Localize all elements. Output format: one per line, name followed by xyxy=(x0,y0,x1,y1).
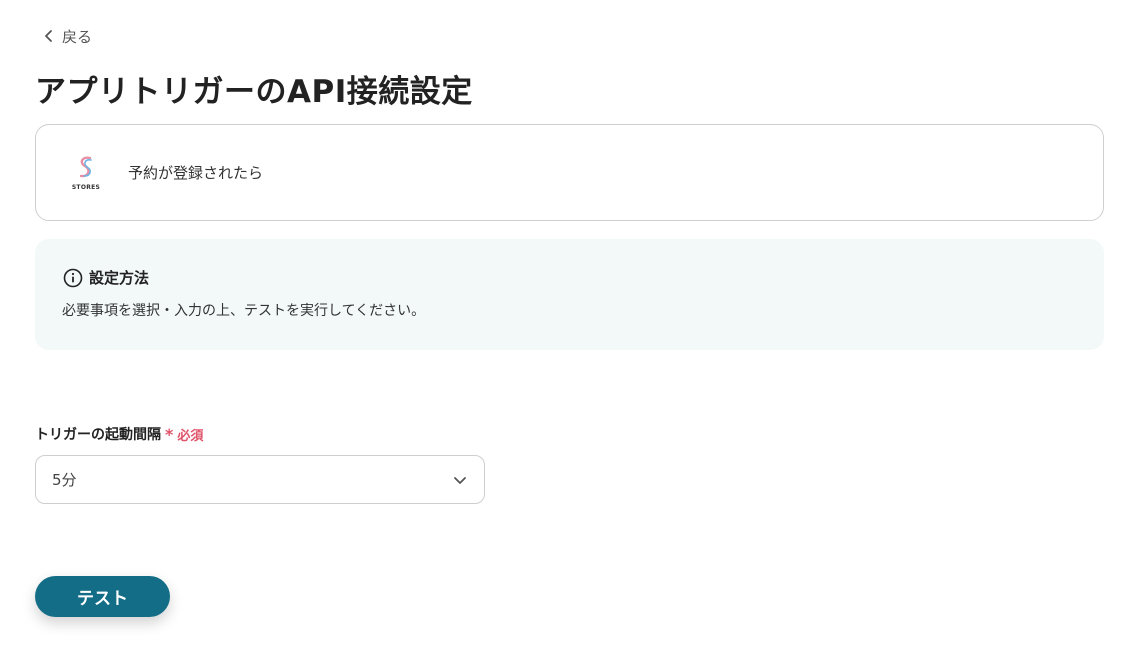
interval-select-value: 5分 xyxy=(52,471,77,489)
interval-label: トリガーの起動間隔 * 必須 xyxy=(35,424,203,444)
app-trigger-card: STORES 予約が登録されたら xyxy=(35,124,1104,221)
info-title: 設定方法 xyxy=(63,267,149,288)
stores-logo-icon xyxy=(79,156,92,178)
chevron-left-icon xyxy=(45,30,52,42)
interval-select[interactable]: 5分 xyxy=(35,455,485,504)
logo-text: STORES xyxy=(71,184,101,191)
info-icon xyxy=(63,268,83,287)
interval-label-text: トリガーの起動間隔 xyxy=(35,427,161,443)
stores-logo: STORES xyxy=(70,150,102,196)
required-text: 必須 xyxy=(177,428,204,444)
info-title-text: 設定方法 xyxy=(89,269,150,287)
required-star: * xyxy=(165,424,174,444)
chevron-down-icon xyxy=(454,476,466,484)
back-link[interactable]: 戻る xyxy=(42,26,92,46)
page-title: アプリトリガーのAPI接続設定 xyxy=(35,74,473,110)
info-box: 設定方法 必要事項を選択・入力の上、テストを実行してください。 xyxy=(35,239,1104,350)
test-button[interactable]: テスト xyxy=(35,576,170,617)
trigger-name: 予約が登録されたら xyxy=(128,164,264,182)
info-text: 必要事項を選択・入力の上、テストを実行してください。 xyxy=(62,303,426,319)
back-label: 戻る xyxy=(62,27,93,46)
